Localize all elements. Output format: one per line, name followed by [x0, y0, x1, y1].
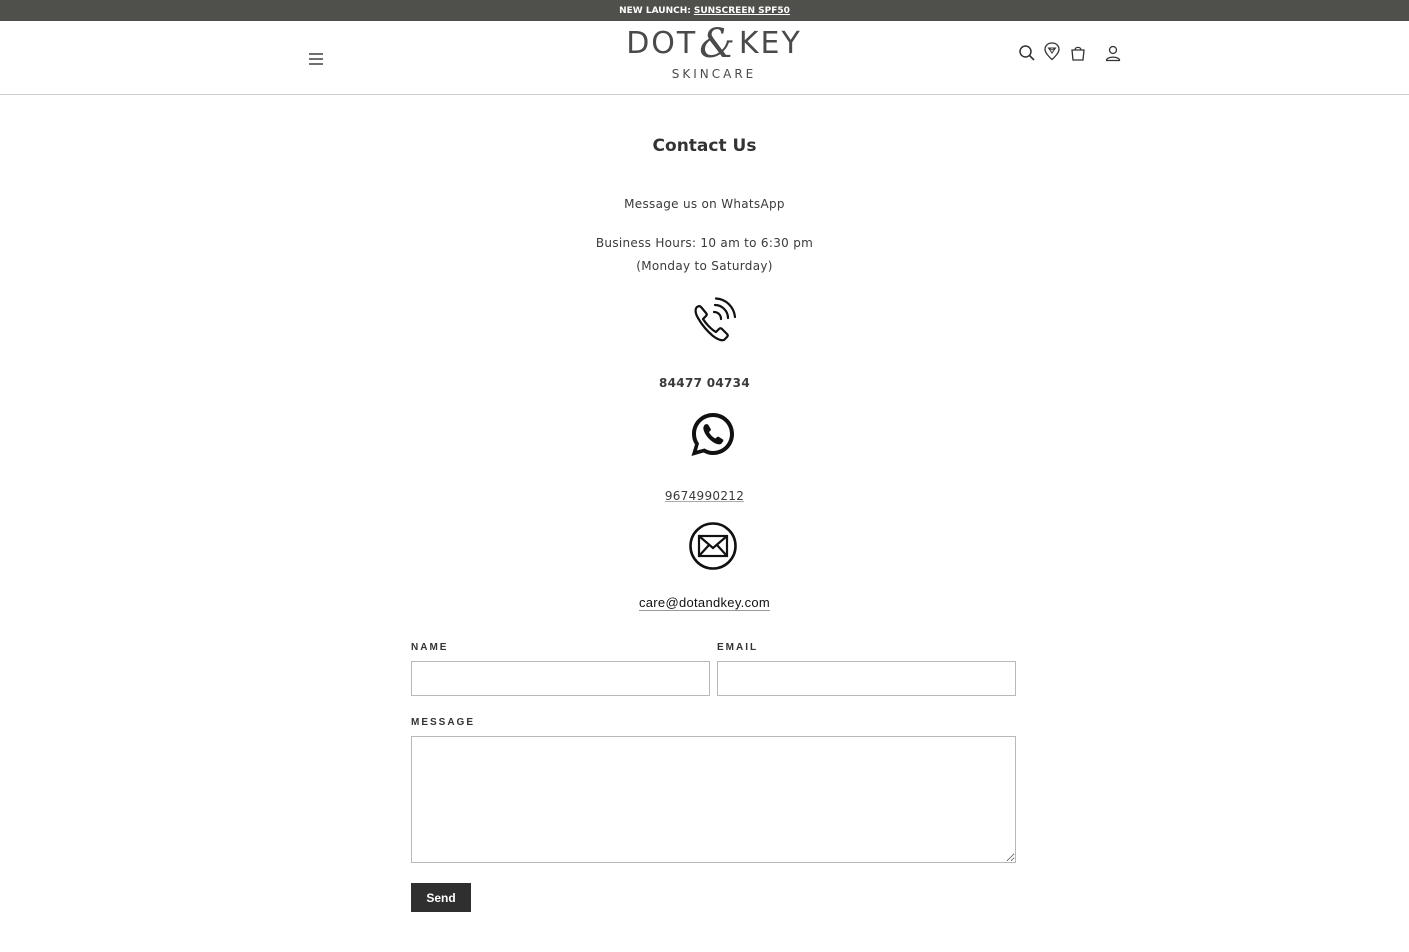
email-label: EMAIL — [717, 642, 759, 653]
logo-subtitle: SKINCARE — [671, 67, 757, 81]
mail-icon — [688, 521, 738, 571]
site-header: DOT & KEY SKINCARE — [0, 21, 1409, 95]
logo[interactable]: DOT & KEY SKINCARE — [614, 21, 814, 91]
logo-ampersand: & — [699, 21, 737, 67]
cart-icon[interactable] — [1068, 43, 1088, 63]
whatsapp-intro: Message us on WhatsApp — [624, 197, 785, 211]
business-hours: Business Hours: 10 am to 6:30 pm — [595, 236, 814, 250]
send-button[interactable]: Send — [411, 883, 471, 912]
business-days: (Monday to Saturday) — [636, 259, 773, 273]
logo-wordmark: DOT & KEY — [614, 21, 814, 67]
whatsapp-number-container: 9674990212 — [0, 489, 1409, 503]
email-link[interactable]: care@dotandkey.com — [638, 595, 771, 611]
whatsapp-number-link[interactable]: 9674990212 — [665, 489, 744, 503]
search-icon[interactable] — [1017, 43, 1037, 63]
whatsapp-icon[interactable] — [688, 410, 738, 460]
name-field[interactable] — [411, 661, 710, 696]
email-field[interactable] — [717, 661, 1016, 696]
announcement-link[interactable]: SUNSCREEN SPF50 — [694, 6, 790, 16]
logo-key: KEY — [738, 26, 802, 61]
logo-dot: DOT — [626, 26, 698, 61]
page-title: Contact Us — [652, 136, 757, 156]
phone-icon — [688, 296, 738, 346]
announcement-prefix: NEW LAUNCH: — [619, 5, 691, 16]
name-label: NAME — [411, 642, 449, 653]
message-label: MESSAGE — [411, 717, 476, 728]
account-icon[interactable] — [1103, 43, 1123, 63]
phone-number: 84477 04734 — [659, 376, 750, 390]
menu-icon[interactable] — [306, 49, 326, 67]
message-field[interactable] — [411, 736, 1016, 863]
location-icon[interactable] — [1042, 41, 1062, 61]
announcement-bar: NEW LAUNCH: SUNSCREEN SPF50 — [0, 0, 1409, 21]
email-container: care@dotandkey.com — [0, 595, 1409, 611]
